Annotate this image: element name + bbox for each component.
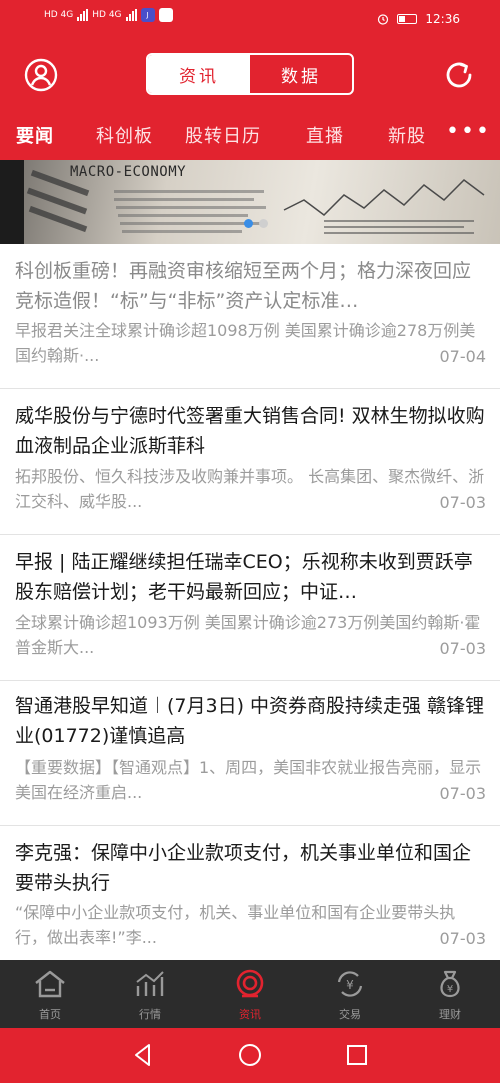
- signal-bars-icon: [125, 9, 137, 21]
- category-ipo[interactable]: 新股: [388, 122, 426, 148]
- status-bar: HD 4G HD 4G J 12:36: [0, 0, 500, 38]
- tab-news[interactable]: 资讯: [148, 55, 250, 93]
- category-nav: 要闻 科创板 股转日历 直播 新股 •••: [0, 120, 500, 150]
- category-headlines[interactable]: 要闻: [16, 122, 54, 148]
- news-title: 李克强：保障中小企业款项支付，机关事业单位和国企要带头执行: [15, 842, 472, 894]
- nav-market[interactable]: 行情: [100, 960, 200, 1028]
- back-icon[interactable]: [130, 1042, 156, 1068]
- news-title: 智通港股早知道︱(7月3日) 中资券商股持续走强 赣锋锂业(01772)谨慎追高: [15, 695, 485, 747]
- news-summary: 【重要数据】【智通观点】1、周四，美国非农就业报告亮丽，显示美国在经济重启...: [15, 758, 482, 802]
- alarm-icon: [378, 14, 389, 25]
- news-title: 科创板重磅！再融资审核缩短至两个月；格力深夜回应竞标造假！“标”与“非标”资产认…: [15, 260, 472, 312]
- signal-label-2: HD 4G: [92, 10, 122, 20]
- notification-app-icon: [158, 8, 173, 22]
- wealth-icon: ¥: [440, 970, 460, 998]
- nav-news[interactable]: 资讯: [200, 960, 300, 1028]
- carousel-indicator: [244, 219, 268, 228]
- home-icon: [35, 970, 65, 998]
- refresh-icon[interactable]: [442, 58, 476, 92]
- carousel-dot[interactable]: [259, 219, 268, 228]
- signal-bars-icon: [77, 9, 89, 21]
- news-date: 07-03: [439, 784, 487, 803]
- nav-market-label: 行情: [139, 1008, 161, 1021]
- chart-icon: [136, 971, 164, 996]
- bottom-nav: 首页 行情 资讯 ¥ 交易 ¥ 理财: [0, 960, 500, 1028]
- nav-wealth[interactable]: ¥ 理财: [400, 960, 500, 1028]
- news-summary: “保障中小企业款项支付，机关、事业单位和国有企业要带头执行，做出表率!”李...: [15, 903, 456, 947]
- news-summary: 全球累计确诊超1093万例 美国累计确诊逾273万例美国约翰斯·霍普金斯大...: [15, 613, 481, 657]
- news-item[interactable]: 威华股份与宁德时代签署重大销售合同! 双林生物拟收购血液制品企业派斯菲科 拓邦股…: [0, 389, 500, 535]
- status-right: 12:36: [377, 12, 460, 26]
- nav-wealth-label: 理财: [439, 1008, 461, 1021]
- svg-text:¥: ¥: [346, 978, 354, 992]
- news-date: 07-04: [439, 347, 487, 366]
- news-summary: 早报君关注全球累计确诊超1098万例 美国累计确诊逾278万例美国约翰斯·...: [15, 321, 476, 365]
- trade-icon: ¥: [337, 971, 363, 997]
- news-item[interactable]: 李克强：保障中小企业款项支付，机关事业单位和国企要带头执行 “保障中小企业款项支…: [0, 826, 500, 960]
- nav-home-label: 首页: [39, 1008, 61, 1021]
- system-navigation-bar: [0, 1028, 500, 1083]
- banner-caption: MACRO-ECONOMY: [70, 164, 187, 180]
- news-icon: [236, 969, 264, 998]
- category-star-market[interactable]: 科创板: [96, 122, 153, 148]
- news-item[interactable]: 科创板重磅！再融资审核缩短至两个月；格力深夜回应竞标造假！“标”与“非标”资产认…: [0, 244, 500, 389]
- nav-home[interactable]: 首页: [0, 960, 100, 1028]
- app-header: HD 4G HD 4G J 12:36 资讯 数据 要闻 科创板 股转日历 直播…: [0, 0, 500, 160]
- battery-icon: [397, 14, 418, 24]
- nav-trade-label: 交易: [339, 1008, 361, 1021]
- notification-app-icon: J: [140, 8, 155, 22]
- banner-edge: [0, 160, 24, 244]
- category-transfer-calendar[interactable]: 股转日历: [185, 122, 261, 148]
- news-title: 早报 | 陆正耀继续担任瑞幸CEO；乐视称未收到贾跃亭股东赔偿计划；老干妈最新回…: [15, 551, 473, 603]
- user-profile-icon[interactable]: [24, 58, 58, 92]
- recent-apps-icon[interactable]: [344, 1042, 370, 1068]
- news-date: 07-03: [439, 929, 487, 948]
- news-item[interactable]: 智通港股早知道︱(7月3日) 中资券商股持续走强 赣锋锂业(01772)谨慎追高…: [0, 681, 500, 826]
- category-live[interactable]: 直播: [306, 122, 344, 148]
- news-item[interactable]: 早报 | 陆正耀继续担任瑞幸CEO；乐视称未收到贾跃亭股东赔偿计划；老干妈最新回…: [0, 535, 500, 681]
- more-categories-icon[interactable]: •••: [446, 121, 491, 143]
- signal-label-1: HD 4G: [44, 10, 74, 20]
- nav-trade[interactable]: ¥ 交易: [300, 960, 400, 1028]
- svg-text:¥: ¥: [447, 984, 453, 995]
- news-date: 07-03: [439, 493, 487, 512]
- home-circle-icon[interactable]: [237, 1042, 263, 1068]
- news-summary: 拓邦股份、恒久科技涉及收购兼并事项。 长高集团、聚杰微纤、浙江交科、威华股...: [15, 467, 485, 511]
- news-title: 威华股份与宁德时代签署重大销售合同! 双林生物拟收购血液制品企业派斯菲科: [15, 405, 485, 457]
- status-time: 12:36: [425, 12, 460, 26]
- banner-carousel[interactable]: MACRO-ECONOMY: [0, 160, 500, 244]
- nav-news-label: 资讯: [239, 1008, 261, 1021]
- tab-data[interactable]: 数据: [250, 55, 352, 93]
- carousel-dot-active[interactable]: [244, 219, 253, 228]
- content-type-toggle: 资讯 数据: [146, 53, 354, 95]
- news-date: 07-03: [439, 639, 487, 658]
- status-left: HD 4G HD 4G J: [44, 8, 173, 22]
